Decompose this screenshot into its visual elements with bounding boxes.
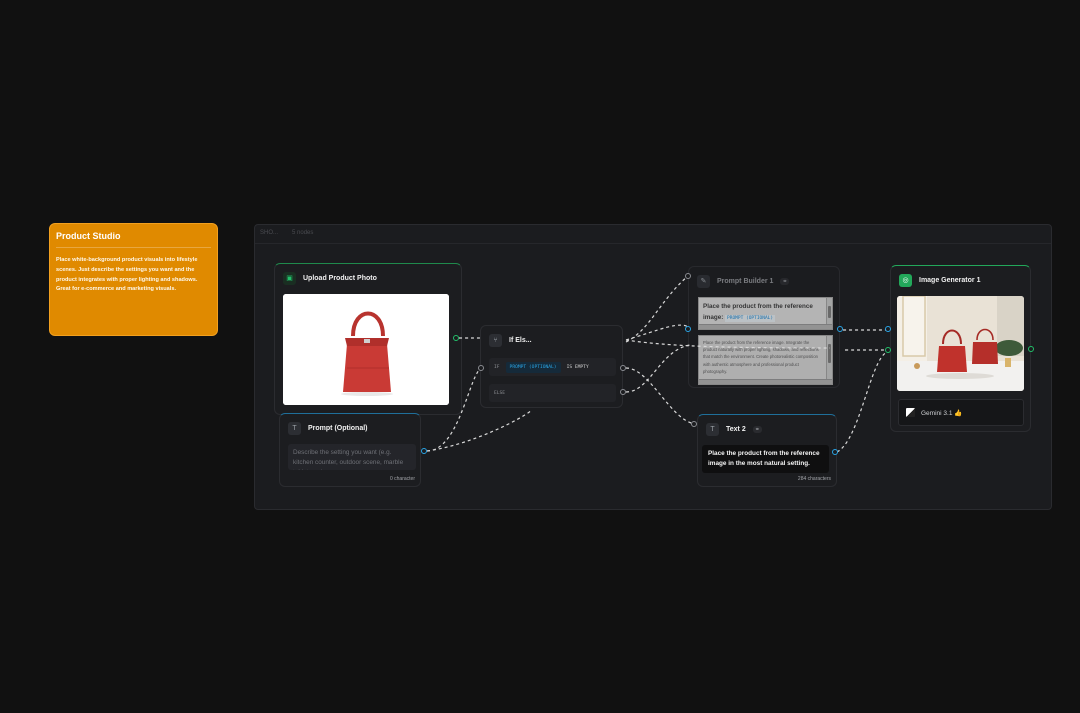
link-icon[interactable]: ⚭	[752, 425, 762, 433]
node-header[interactable]: T Text 2 ⚭	[698, 415, 836, 443]
input-port[interactable]	[685, 273, 691, 279]
node-title: Prompt (Optional)	[308, 424, 368, 432]
builder-template-field[interactable]: Place the product from the reference ima…	[698, 297, 833, 330]
builder-icon: ✎	[697, 274, 710, 288]
character-count: 284 characters	[797, 476, 831, 482]
prompt-builder-node[interactable]: ✎ Prompt Builder 1 ⚭ Place the product f…	[688, 266, 840, 388]
image-icon: ▣	[283, 271, 296, 285]
node-title: Prompt Builder 1	[717, 277, 774, 285]
model-selector[interactable]: Gemini 3.1 👍	[898, 399, 1024, 426]
model-icon	[906, 408, 915, 417]
group-header[interactable]: SHO... 5 nodes	[255, 225, 1051, 244]
note-body: Place white-background product visuals i…	[56, 257, 198, 293]
text-2-node[interactable]: T Text 2 ⚭ Place the product from the re…	[697, 414, 837, 487]
text-icon: T	[706, 422, 719, 436]
output-port[interactable]	[620, 389, 626, 395]
upload-product-photo-node[interactable]: ▣ Upload Product Photo	[274, 263, 462, 415]
prompt-textarea[interactable]: Describe the setting you want (e.g. kitc…	[288, 444, 416, 470]
branch-icon: ⑂	[489, 333, 502, 347]
text-icon: T	[288, 421, 301, 435]
condition-operator[interactable]: IS EMPTY	[567, 365, 589, 370]
node-title: Text 2	[726, 425, 746, 433]
output-port[interactable]	[453, 335, 459, 341]
node-header[interactable]: ✎ Prompt Builder 1 ⚭	[689, 267, 839, 295]
template-variable: PROMPT (OPTIONAL)	[725, 315, 776, 322]
scrollbar[interactable]	[699, 379, 832, 384]
output-port[interactable]	[620, 365, 626, 371]
note-title: Product Studio	[56, 231, 211, 248]
workflow-canvas[interactable]: Product Studio Place white-background pr…	[0, 0, 1080, 713]
red-handbag-image	[283, 294, 449, 405]
sticky-note[interactable]: Product Studio Place white-background pr…	[49, 223, 218, 336]
output-port[interactable]	[832, 449, 838, 455]
node-header[interactable]: ▣ Upload Product Photo	[275, 264, 461, 292]
input-port[interactable]	[885, 326, 891, 332]
input-port[interactable]	[691, 421, 697, 427]
lifestyle-scene-image	[897, 296, 1024, 391]
output-port[interactable]	[837, 326, 843, 332]
builder-output-field[interactable]: Place the product from the reference ima…	[698, 335, 833, 385]
link-icon[interactable]: ⚭	[780, 277, 790, 285]
if-condition-row[interactable]: IF PROMPT (OPTIONAL) IS EMPTY	[489, 358, 616, 376]
else-row[interactable]: ELSE	[489, 384, 616, 402]
scrollbar[interactable]	[699, 324, 832, 329]
node-title: If Els...	[509, 336, 532, 344]
node-header[interactable]: ⑂ If Els...	[481, 326, 622, 354]
text-value[interactable]: Place the product from the reference ima…	[702, 445, 829, 473]
if-keyword: IF	[494, 364, 500, 370]
character-count: 0 character	[389, 476, 415, 482]
node-header[interactable]: ◎ Image Generator 1	[891, 266, 1030, 294]
node-title: Image Generator 1	[919, 276, 981, 284]
else-keyword: ELSE	[494, 390, 506, 396]
condition-variable[interactable]: PROMPT (OPTIONAL)	[505, 361, 561, 373]
node-header[interactable]: T Prompt (Optional)	[280, 414, 420, 442]
generator-icon: ◎	[899, 273, 912, 287]
scrollbar[interactable]	[826, 336, 832, 384]
output-text: Place the product from the reference ima…	[703, 340, 819, 374]
input-port[interactable]	[478, 365, 484, 371]
output-port[interactable]	[421, 448, 427, 454]
group-meta: 5 nodes	[292, 230, 314, 236]
image-generator-node[interactable]: ◎ Image Generator 1 Gemini 3.1 👍	[890, 265, 1031, 432]
model-name: Gemini 3.1 👍	[921, 409, 963, 417]
if-else-node[interactable]: ⑂ If Els... IF PROMPT (OPTIONAL) IS EMPT…	[480, 325, 623, 408]
group-label: SHO...	[260, 230, 279, 236]
prompt-optional-node[interactable]: T Prompt (Optional) Describe the setting…	[279, 413, 421, 487]
output-port[interactable]	[1028, 346, 1034, 352]
product-photo[interactable]	[283, 294, 449, 405]
node-title: Upload Product Photo	[303, 274, 377, 282]
generated-image[interactable]	[897, 296, 1024, 391]
input-port[interactable]	[685, 326, 691, 332]
input-port[interactable]	[885, 347, 891, 353]
